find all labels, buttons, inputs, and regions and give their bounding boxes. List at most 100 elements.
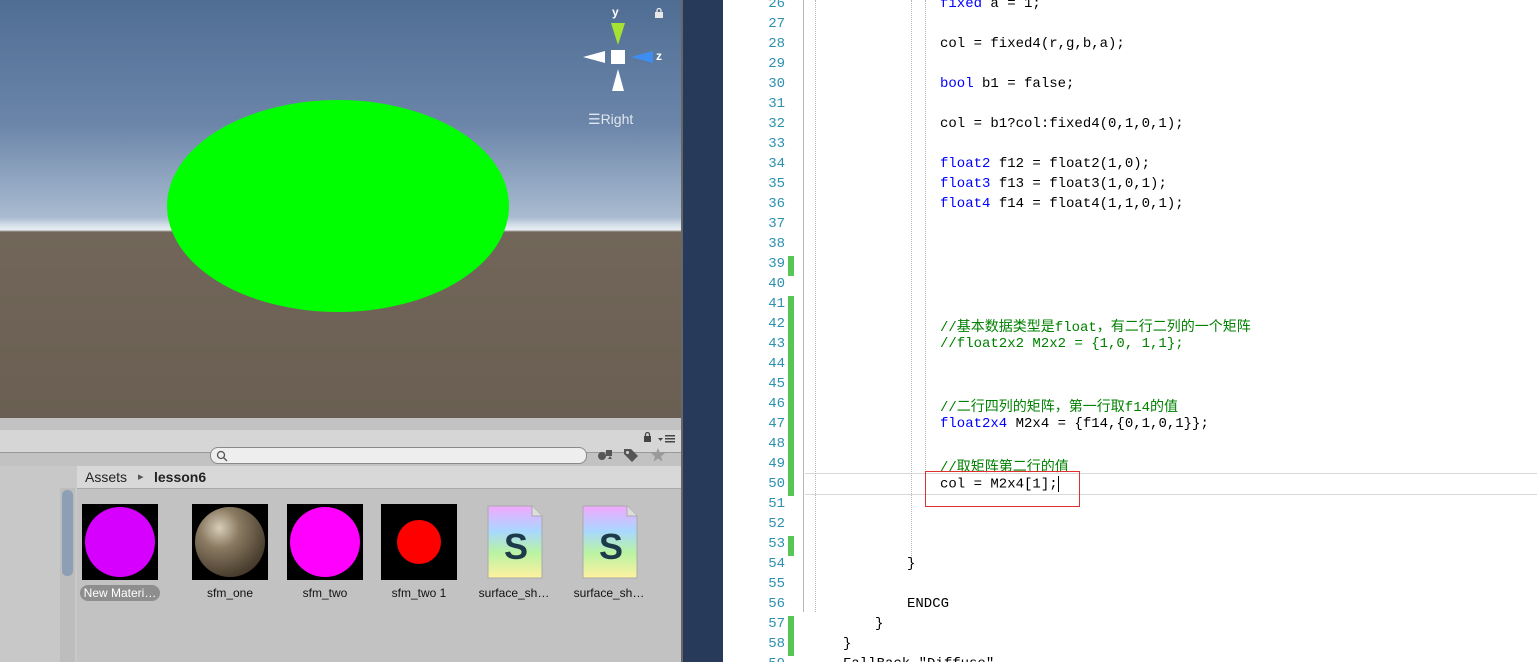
asset-label: sfm_two: [280, 586, 370, 600]
line-number: 27: [768, 16, 785, 32]
gizmo-center-cube-icon[interactable]: [611, 50, 625, 64]
panel-menu-icon[interactable]: [643, 431, 677, 443]
change-marker: [788, 376, 794, 396]
line-number: 39: [768, 256, 785, 272]
line-number: 37: [768, 216, 785, 232]
code-line[interactable]: float3 f13 = float3(1,0,1);: [940, 176, 1167, 192]
favorite-star-icon[interactable]: [650, 447, 666, 462]
line-number: 54: [768, 556, 785, 572]
asset-item[interactable]: sfm_one: [185, 504, 275, 600]
code-line[interactable]: col = b1?col:fixed4(0,1,0,1);: [940, 116, 1184, 132]
material-sphere-icon: [195, 507, 265, 577]
indent-guide: [803, 0, 804, 612]
change-marker: [788, 636, 794, 656]
asset-label-text: surface_sh…: [478, 586, 550, 600]
gizmo-y-cone-icon[interactable]: [611, 23, 625, 45]
code-line[interactable]: }: [875, 616, 883, 632]
asset-item[interactable]: sfm_two: [280, 504, 370, 600]
line-number: 28: [768, 36, 785, 52]
code-line[interactable]: //基本数据类型是float，有二行二列的一个矩阵: [940, 316, 1251, 336]
code-text: FallBack "Diffuse": [843, 656, 994, 662]
asset-label: New Materi…: [75, 585, 165, 601]
code-text: M2x4 = {f14,{0,1,0,1}};: [1007, 416, 1209, 432]
indent-guide: [815, 0, 816, 612]
orientation-gizmo[interactable]: y z: [575, 5, 670, 115]
code-line[interactable]: fixed a = 1;: [940, 0, 1041, 12]
code-text: }: [843, 636, 852, 652]
scene-view[interactable]: y z ☰Right: [0, 0, 681, 418]
change-marker: [788, 296, 794, 316]
view-orientation-label[interactable]: ☰Right: [588, 111, 633, 128]
breadcrumb-assets[interactable]: Assets: [85, 469, 127, 485]
scrollbar-thumb[interactable]: [62, 490, 73, 576]
editor-left-margin: [723, 0, 745, 662]
code-keyword: float4: [940, 196, 991, 212]
code-keyword: fixed: [940, 0, 983, 12]
code-editor[interactable]: 26 fixed a = 1; 27 28 col = fixed4(r,g,b,a);…: [745, 0, 1537, 662]
line-number: 44: [768, 356, 785, 372]
material-thumbnail-icon: [381, 504, 457, 580]
code-line[interactable]: float2 f12 = float2(1,0);: [940, 156, 1150, 172]
change-marker: [788, 536, 794, 556]
asset-item[interactable]: Ssurface_sh…: [469, 504, 559, 600]
asset-label-text: sfm_two 1: [391, 586, 447, 600]
material-thumbnail-icon: [82, 504, 158, 580]
material-thumbnail-icon: [192, 504, 268, 580]
code-keyword: float2x4: [940, 416, 1008, 432]
code-line[interactable]: }: [907, 556, 915, 572]
code-line[interactable]: ENDCG: [907, 596, 949, 612]
gizmo-down-cone-icon[interactable]: [612, 69, 624, 91]
change-marker: [788, 256, 794, 276]
change-marker: [788, 476, 794, 496]
gizmo-y-label: y: [612, 5, 619, 19]
code-line[interactable]: //二行四列的矩阵，第一行取f14的值: [940, 396, 1178, 416]
code-line[interactable]: FallBack "Diffuse": [843, 656, 994, 662]
code-text: }: [907, 556, 916, 572]
shader-file-icon: S: [476, 504, 552, 580]
code-line[interactable]: float4 f14 = float4(1,1,0,1);: [940, 196, 1184, 212]
breadcrumb-lesson6[interactable]: lesson6: [154, 469, 206, 485]
code-line[interactable]: col = fixed4(r,g,b,a);: [940, 36, 1125, 52]
shader-letter: S: [504, 526, 529, 567]
line-number: 59: [745, 656, 785, 662]
change-marker: [788, 316, 794, 336]
code-text: f13 = float3(1,0,1);: [990, 176, 1167, 192]
code-text: ENDCG: [907, 596, 950, 612]
current-line-highlight: [805, 473, 1537, 495]
code-keyword: float3: [940, 176, 991, 192]
gizmo-left-cone-icon[interactable]: [583, 51, 605, 63]
change-marker: [788, 396, 794, 416]
line-number: 48: [768, 436, 785, 452]
code-line[interactable]: bool b1 = false;: [940, 76, 1074, 92]
change-marker: [788, 416, 794, 436]
line-number: 53: [768, 536, 785, 552]
asset-search-input[interactable]: [210, 447, 587, 464]
window-divider: [681, 0, 725, 662]
asset-label: surface_sh…: [564, 586, 654, 600]
green-ellipse-object[interactable]: [167, 100, 509, 312]
line-number: 43: [768, 336, 785, 352]
lock-icon[interactable]: [654, 8, 664, 18]
asset-label-text: sfm_two: [302, 586, 348, 600]
gizmo-z-cone-icon[interactable]: [631, 51, 653, 63]
label-tag-icon[interactable]: [623, 448, 639, 462]
asset-item[interactable]: New Materi…: [75, 504, 165, 601]
line-number: 47: [768, 416, 785, 432]
code-text: f12 = float2(1,0);: [990, 156, 1151, 172]
line-number: 32: [768, 116, 785, 132]
code-line[interactable]: }: [843, 636, 851, 652]
code-comment: //二行四列的矩阵，第一行取f14的值: [940, 400, 1179, 416]
code-text: a = 1;: [982, 0, 1041, 12]
code-text: }: [875, 616, 884, 632]
line-number: 31: [768, 96, 785, 112]
filter-type-icon[interactable]: [596, 448, 614, 462]
asset-item[interactable]: Ssurface_sh…: [564, 504, 654, 600]
code-line[interactable]: //float2x2 M2x2 = {1,0, 1,1};: [940, 336, 1184, 352]
code-keyword: bool: [940, 76, 974, 92]
line-number: 51: [768, 496, 785, 512]
code-line[interactable]: float2x4 M2x4 = {f14,{0,1,0,1}};: [940, 416, 1209, 432]
line-number: 56: [768, 596, 785, 612]
line-number: 52: [768, 516, 785, 532]
search-icon: [216, 450, 228, 462]
asset-item[interactable]: sfm_two 1: [374, 504, 464, 600]
